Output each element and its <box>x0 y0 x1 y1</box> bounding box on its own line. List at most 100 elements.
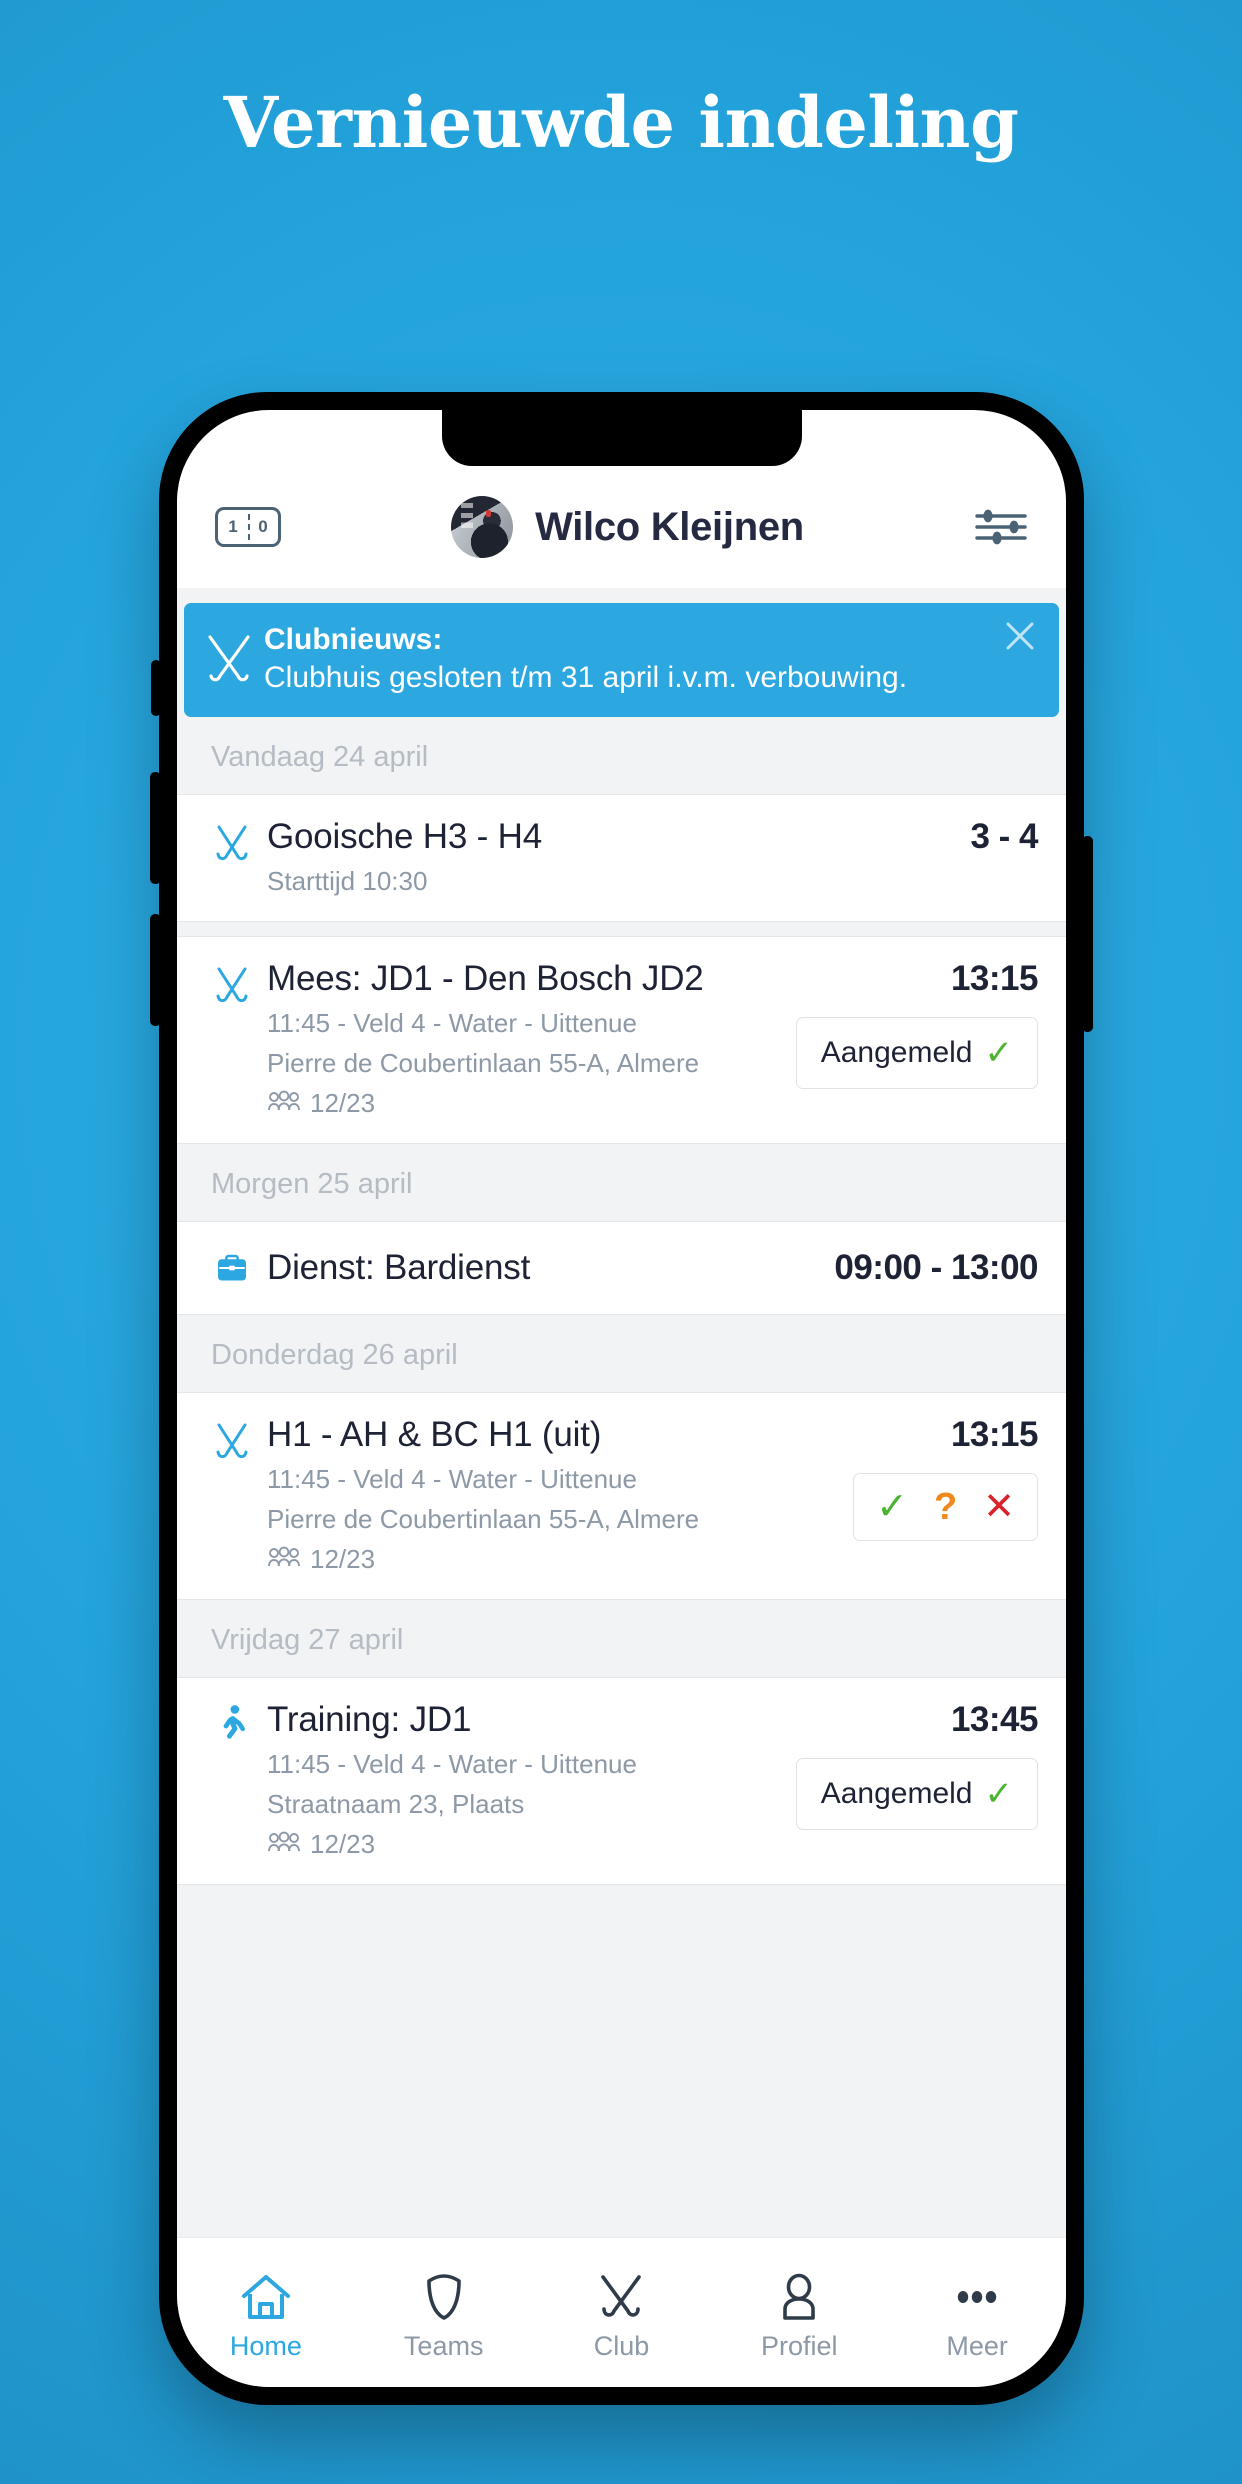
event-row-gooische[interactable]: Gooische H3 - H4 Starttijd 10:30 3 - 4 <box>177 794 1066 922</box>
tab-label: Profiel <box>761 2331 838 2361</box>
day-header-morgen: Morgen 25 april <box>177 1144 1066 1221</box>
event-row-h1[interactable]: H1 - AH & BC H1 (uit) 11:45 - Veld 4 - W… <box>177 1392 1066 1600</box>
event-title: Training: JD1 <box>267 1700 472 1739</box>
event-right: 3 - 4 <box>956 817 1038 857</box>
hockey-sticks-icon <box>596 2269 646 2321</box>
notch <box>441 410 802 466</box>
tab-label: Teams <box>403 2331 484 2361</box>
club-news-banner[interactable]: Clubnieuws: Clubhuis gesloten t/m 31 apr… <box>184 603 1059 717</box>
hockey-sticks-icon <box>204 632 254 686</box>
rsvp-yes-icon[interactable]: ✓ <box>876 1488 908 1526</box>
people-icon <box>267 1088 301 1119</box>
event-location: Pierre de Coubertinlaan 55-A, Almere <box>267 1048 700 1078</box>
event-score: 3 - 4 <box>970 817 1038 856</box>
briefcase-icon <box>205 1251 259 1285</box>
attendance-count: 12/23 <box>310 1544 376 1574</box>
event-details: Dienst: Bardienst <box>259 1248 820 1288</box>
rsvp-maybe-icon[interactable]: ? <box>934 1488 957 1526</box>
header-user[interactable]: Wilco Kleijnen <box>281 496 974 558</box>
hockey-sticks-icon <box>205 959 259 1007</box>
rsvp-button-group[interactable]: ✓ ? ✕ <box>853 1473 1038 1541</box>
person-icon <box>777 2269 821 2321</box>
event-right: 13:15 Aangemeld ✓ <box>782 959 1039 1089</box>
event-subtitle: 11:45 - Veld 4 - Water - Uittenue <box>267 1749 637 1779</box>
event-details: Gooische H3 - H4 Starttijd 10:30 <box>259 817 956 897</box>
event-subtitle: 11:45 - Veld 4 - Water - Uittenue <box>267 1008 637 1038</box>
event-right: 13:15 ✓ ? ✕ <box>839 1415 1039 1541</box>
shield-icon <box>422 2269 466 2321</box>
day-header-donderdag: Donderdag 26 april <box>177 1315 1066 1392</box>
tab-profiel[interactable]: Profiel <box>710 2263 888 2362</box>
event-subtitle: 11:45 - Veld 4 - Water - Uittenue <box>267 1464 637 1494</box>
status-badge-aangemeld[interactable]: Aangemeld ✓ <box>795 1017 1038 1089</box>
scoreboard-right-value: 0 <box>258 517 268 536</box>
tab-home[interactable]: Home <box>177 2263 355 2362</box>
event-location: Straatnaam 23, Plaats <box>267 1789 525 1819</box>
hockey-sticks-icon <box>205 817 259 865</box>
event-details: H1 - AH & BC H1 (uit) 11:45 - Veld 4 - W… <box>259 1415 839 1575</box>
content-scroll-area[interactable]: Clubnieuws: Clubhuis gesloten t/m 31 apr… <box>177 588 1066 2237</box>
day-header-vandaag: Vandaag 24 april <box>177 717 1066 794</box>
tab-teams[interactable]: Teams <box>355 2263 533 2362</box>
list-bottom-gap <box>177 1885 1066 1955</box>
people-icon <box>267 1829 301 1860</box>
event-details: Training: JD1 11:45 - Veld 4 - Water - U… <box>259 1700 782 1860</box>
event-right: 13:45 Aangemeld ✓ <box>782 1700 1039 1830</box>
attendance-count: 12/23 <box>310 1829 376 1859</box>
scoreboard-left-value: 1 <box>228 517 238 536</box>
status-label: Aangemeld <box>820 1777 973 1810</box>
volume-up-button[interactable] <box>150 772 161 884</box>
bottom-tab-bar: Home Teams Club Profiel Meer <box>177 2237 1066 2387</box>
check-icon: ✓ <box>984 1034 1014 1072</box>
event-time: 13:15 <box>950 1415 1039 1454</box>
event-attendance: 12/23 <box>267 1544 839 1575</box>
day-header-vrijdag: Vrijdag 27 april <box>177 1600 1066 1677</box>
power-button[interactable] <box>1082 836 1093 1032</box>
mute-switch[interactable] <box>151 660 161 716</box>
event-attendance: 12/23 <box>267 1829 782 1860</box>
event-details: Mees: JD1 - Den Bosch JD2 11:45 - Veld 4… <box>259 959 782 1119</box>
event-title: Dienst: Bardienst <box>267 1248 531 1287</box>
tab-label: Meer <box>946 2331 1008 2361</box>
event-row-training[interactable]: Training: JD1 11:45 - Veld 4 - Water - U… <box>177 1677 1066 1885</box>
event-title: H1 - AH & BC H1 (uit) <box>267 1415 602 1454</box>
home-icon <box>240 2269 292 2321</box>
check-icon: ✓ <box>984 1775 1014 1813</box>
page-title: Vernieuwde indeling <box>223 81 1019 164</box>
sliders-icon[interactable] <box>974 505 1028 549</box>
event-time: 13:45 <box>950 1700 1039 1739</box>
event-title: Mees: JD1 - Den Bosch JD2 <box>267 959 704 998</box>
event-subtitle: Starttijd 10:30 <box>267 866 428 896</box>
banner-text: Clubnieuws: Clubhuis gesloten t/m 31 apr… <box>264 621 907 698</box>
attendance-count: 12/23 <box>310 1088 376 1118</box>
event-attendance: 12/23 <box>267 1088 782 1119</box>
avatar[interactable] <box>451 496 514 558</box>
scoreboard-divider <box>248 514 250 540</box>
event-title: Gooische H3 - H4 <box>267 817 542 856</box>
tab-label: Club <box>593 2331 650 2361</box>
banner-title: Clubnieuws: <box>264 622 443 656</box>
phone-screen: 1 0 Wilco Kleijnen Clubnieuws: Clubhuis … <box>177 410 1066 2387</box>
event-time-range: 09:00 - 13:00 <box>834 1248 1038 1287</box>
running-icon <box>205 1700 259 1744</box>
event-row-mees[interactable]: Mees: JD1 - Den Bosch JD2 11:45 - Veld 4… <box>177 936 1066 1144</box>
close-icon[interactable] <box>1003 619 1037 653</box>
hockey-sticks-icon <box>205 1415 259 1463</box>
user-name: Wilco Kleijnen <box>535 504 804 549</box>
people-icon <box>267 1544 301 1575</box>
volume-down-button[interactable] <box>150 914 161 1026</box>
tab-meer[interactable]: Meer <box>888 2263 1066 2362</box>
rsvp-no-icon[interactable]: ✕ <box>983 1488 1015 1526</box>
status-badge-aangemeld[interactable]: Aangemeld ✓ <box>795 1758 1038 1830</box>
event-location: Pierre de Coubertinlaan 55-A, Almere <box>267 1504 700 1534</box>
app-header: 1 0 Wilco Kleijnen <box>177 466 1066 588</box>
event-time: 13:15 <box>950 959 1039 998</box>
event-row-bardienst[interactable]: Dienst: Bardienst 09:00 - 13:00 <box>177 1221 1066 1315</box>
banner-message: Clubhuis gesloten t/m 31 april i.v.m. ve… <box>264 661 908 694</box>
tab-label: Home <box>229 2331 302 2361</box>
phone-mockup: 1 0 Wilco Kleijnen Clubnieuws: Clubhuis … <box>150 392 1093 2405</box>
tab-club[interactable]: Club <box>533 2263 711 2362</box>
status-label: Aangemeld <box>820 1036 973 1069</box>
ellipsis-icon <box>952 2269 1002 2321</box>
scoreboard-icon[interactable]: 1 0 <box>215 507 281 547</box>
